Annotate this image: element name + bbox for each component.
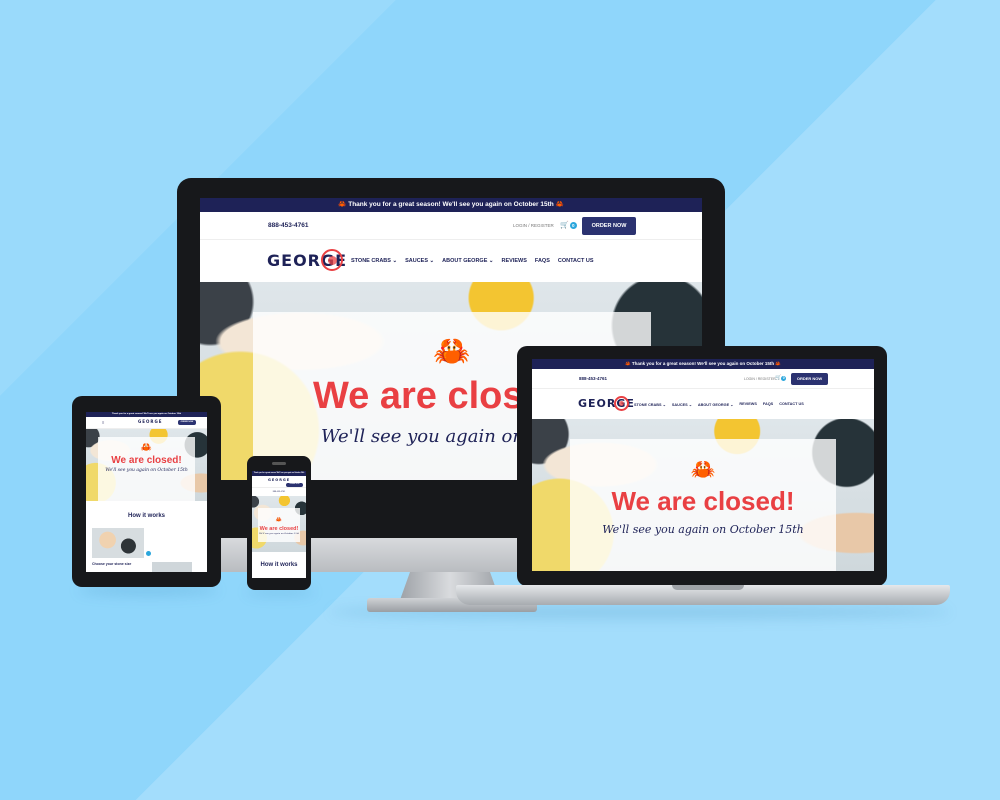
hero-overlay: 🦀 We are closed! We'll see you again on … <box>570 439 836 571</box>
crab-logo-icon: 🦀 <box>140 442 153 452</box>
crab-logo-icon: 🦀 <box>690 459 716 481</box>
top-bar: 888-453-4761 LOGIN / REGISTER 🛒 0 ORDER N… <box>532 369 874 389</box>
hero-title: We are closed! <box>111 455 182 466</box>
hero-banner: 🦀 We are closed! We'll see you again on … <box>532 419 874 571</box>
top-bar: GEORGE ORDER NOW <box>252 476 306 488</box>
announcement-bar: 🦀 Thank you for a great season! We'll se… <box>200 198 702 212</box>
george-logo[interactable]: GEORGE <box>268 478 290 482</box>
hero-overlay: 🦀 We are closed! We'll see you again on … <box>98 437 195 501</box>
login-register-link[interactable]: LOGIN / REGISTER <box>513 223 554 228</box>
main-nav-bar: GEORGE STONE CRABS ⌄ SAUCES ⌄ ABOUT GEOR… <box>200 240 702 282</box>
nav-about-george[interactable]: ABOUT GEORGE ⌄ <box>698 402 733 407</box>
cart-count-badge: 0 <box>569 222 577 229</box>
login-register-link[interactable]: LOGIN / REGISTER <box>744 377 776 381</box>
crab-icon: 🦀 <box>555 201 564 208</box>
menu-icon[interactable]: ≡ <box>102 420 104 425</box>
hero-overlay: 🦀 We are closed! We'll see you again on … <box>258 508 300 542</box>
hero-subtitle: We'll see you again on October 15th <box>105 468 188 473</box>
nav-reviews[interactable]: REVIEWS <box>739 402 757 407</box>
nav-stone-crabs[interactable]: STONE CRABS ⌄ <box>634 402 666 407</box>
how-it-works-title: How it works <box>260 562 298 568</box>
george-logo[interactable]: GEORGE <box>138 419 163 424</box>
hero-title: We are closed! <box>611 486 795 516</box>
announcement-text: Thank you for a great season! We'll see … <box>631 361 775 366</box>
order-now-button[interactable]: ORDER NOW <box>286 483 303 487</box>
laptop-trackpad-notch <box>672 585 744 590</box>
chat-bubble-icon[interactable] <box>146 551 151 556</box>
cart-icon[interactable]: 🛒 0 <box>560 221 577 229</box>
laptop-screen: 🦀 Thank you for a great season! We'll se… <box>532 359 874 571</box>
premium-seal-icon <box>614 396 629 411</box>
nav-faqs[interactable]: FAQS <box>535 258 550 264</box>
cart-icon[interactable]: 🛒 0 <box>775 375 787 381</box>
nav-about-george[interactable]: ABOUT GEORGE ⌄ <box>442 258 493 264</box>
hero-banner: 🦀 We are closed! We'll see you again on … <box>252 496 306 552</box>
nav-stone-crabs[interactable]: STONE CRABS ⌄ <box>351 258 397 264</box>
order-now-button[interactable]: ORDER NOW <box>178 420 196 425</box>
nav-contact-us[interactable]: CONTACT US <box>558 258 594 264</box>
tablet-screen: Thank you for a great season! We'll see … <box>86 412 207 572</box>
nav-sauces[interactable]: SAUCES ⌄ <box>405 258 434 264</box>
hero-subtitle: We'll see you again on October 15th <box>258 532 300 535</box>
nav-sauces[interactable]: SAUCES ⌄ <box>672 402 692 407</box>
crab-icon: 🦀 <box>624 361 631 366</box>
announcement-bar: 🦀 Thank you for a great season! We'll se… <box>532 359 874 369</box>
phone-number[interactable]: 888-453-4761 <box>579 376 607 381</box>
hero-banner: 🦀 We are closed! We'll see you again on … <box>86 429 207 501</box>
hero-subtitle: We'll see you again on October 15th <box>602 523 804 536</box>
nav-reviews[interactable]: REVIEWS <box>502 258 527 264</box>
announcement-text: Thank you for a great season! We'll see … <box>348 201 554 208</box>
crab-icon: 🦀 <box>338 201 347 208</box>
order-now-button[interactable]: ORDER NOW <box>582 217 636 235</box>
top-bar: ≡ GEORGE ORDER NOW <box>86 417 207 429</box>
primary-nav: STONE CRABS ⌄ SAUCES ⌄ ABOUT GEORGE ⌄ RE… <box>351 258 594 264</box>
announcement-text: Thank you for a great season! We'll see … <box>111 413 182 415</box>
main-nav-bar: GEORGE STONE CRABS ⌄ SAUCES ⌄ ABOUT GEOR… <box>532 389 874 419</box>
nav-faqs[interactable]: FAQS <box>763 402 773 407</box>
primary-nav: STONE CRABS ⌄ SAUCES ⌄ ABOUT GEORGE ⌄ RE… <box>634 402 804 407</box>
step-label: Choose your stone size <box>92 562 132 566</box>
phone-number[interactable]: 888-453-4761 <box>252 488 306 496</box>
premium-seal-icon <box>321 249 343 271</box>
crab-logo-icon: 🦀 <box>433 335 471 368</box>
step-image <box>92 528 144 558</box>
nav-contact-us[interactable]: CONTACT US <box>779 402 804 407</box>
announcement-text: Thank you for a great season! We'll see … <box>253 473 305 474</box>
phone-screen: Thank you for a great season! We'll see … <box>252 471 306 578</box>
phone-speaker <box>272 462 286 465</box>
top-bar: 888-453-4761 LOGIN / REGISTER 🛒 0 ORDER N… <box>200 212 702 240</box>
step-image-2 <box>152 562 192 572</box>
phone-number[interactable]: 888-453-4761 <box>268 222 308 229</box>
how-it-works-title: How it works <box>127 513 165 519</box>
order-now-button[interactable]: ORDER NOW <box>791 373 828 385</box>
crab-icon: 🦀 <box>775 361 782 366</box>
crab-logo-icon: 🦀 <box>275 517 283 523</box>
cart-count-badge: 0 <box>781 376 787 381</box>
